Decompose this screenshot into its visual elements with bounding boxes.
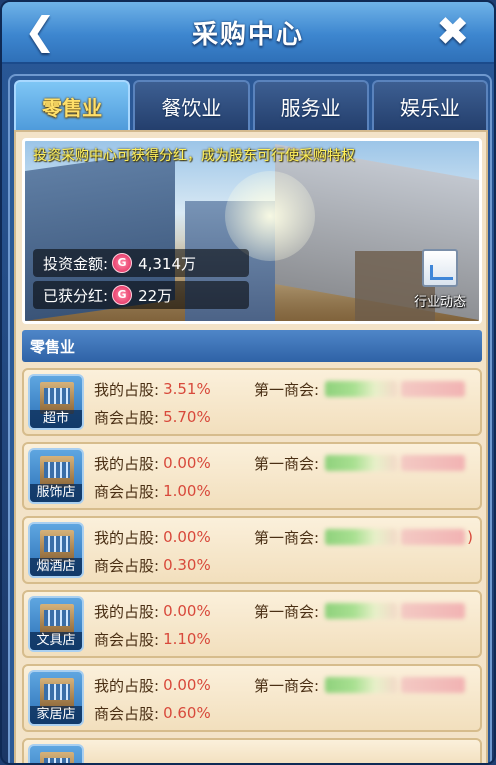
blurred-guild-name xyxy=(325,529,398,545)
my-share: 我的占股: 0.00% xyxy=(94,600,211,622)
industry-banner: 投资采购中心可获得分红，成为股东可行使采购特权 投资金额: G 4,314万 已… xyxy=(22,138,482,324)
guild-share: 商会占股: 1.00% xyxy=(94,480,211,502)
coin-icon: G xyxy=(112,285,133,305)
header-bar: ❮ 采购中心 ✖ xyxy=(2,2,494,64)
guild-share-label: 商会占股: xyxy=(94,408,160,427)
home-store-icon: 家居店 xyxy=(28,670,84,726)
first-guild: 第一商会: ) xyxy=(254,526,473,548)
first-guild: 第一商会: xyxy=(254,600,466,622)
guild-share-value: 0.30% xyxy=(163,556,211,574)
list-item[interactable]: 家居店 我的占股: 0.00% 第一商会: 商会占股: 0.60% xyxy=(22,664,482,732)
blurred-guild-share xyxy=(401,529,466,545)
blurred-guild-share xyxy=(401,455,466,471)
section-title: 零售业 xyxy=(22,330,482,362)
guild-share: 商会占股: 0.30% xyxy=(94,554,211,576)
tab-service[interactable]: 服务业 xyxy=(252,80,369,130)
stationery-store-icon: 文具店 xyxy=(28,596,84,652)
blurred-guild-share xyxy=(401,677,466,693)
tab-catering[interactable]: 餐饮业 xyxy=(133,80,250,130)
supermarket-icon: 超市 xyxy=(28,374,84,430)
my-share-label: 我的占股: xyxy=(94,528,160,547)
guild-share-label: 商会占股: xyxy=(94,556,160,575)
blurred-guild-name xyxy=(325,381,398,397)
main-panel: 零售业 餐饮业 服务业 娱乐业 投资采购中心可获得分红，成为股东可行使采购特权 … xyxy=(8,74,492,763)
blurred-guild-share xyxy=(401,381,466,397)
store-building-icon xyxy=(40,752,74,763)
industry-news-button[interactable]: 行业动态 xyxy=(409,249,471,315)
store-icon xyxy=(28,744,84,763)
list-item[interactable] xyxy=(22,738,482,763)
tab-retail[interactable]: 零售业 xyxy=(14,80,131,130)
my-share-value: 3.51% xyxy=(163,380,211,398)
store-name: 烟酒店 xyxy=(30,558,82,576)
list-item[interactable]: 文具店 我的占股: 0.00% 第一商会: 商会占股: 1.10% xyxy=(22,590,482,658)
tab-entertainment[interactable]: 娱乐业 xyxy=(371,80,488,130)
guild-share-value: 0.60% xyxy=(163,704,211,722)
blurred-guild-name xyxy=(325,455,398,471)
store-name: 家居店 xyxy=(30,706,82,724)
my-share-value: 0.00% xyxy=(163,528,211,546)
dividend-label: 已获分红: xyxy=(43,286,109,305)
tab-content: 投资采购中心可获得分红，成为股东可行使采购特权 投资金额: G 4,314万 已… xyxy=(14,130,488,763)
liquor-store-icon: 烟酒店 xyxy=(28,522,84,578)
purchase-center-window: ❮ 采购中心 ✖ 零售业 餐饮业 服务业 娱乐业 投资采购中心可获得分红，成为股… xyxy=(0,0,496,765)
first-guild-label: 第一商会: xyxy=(254,676,320,695)
my-share-label: 我的占股: xyxy=(94,602,160,621)
blurred-guild-name xyxy=(325,603,398,619)
first-guild-label: 第一商会: xyxy=(254,380,320,399)
closing-paren: ) xyxy=(467,528,473,546)
my-share: 我的占股: 3.51% xyxy=(94,378,211,400)
my-share-label: 我的占股: xyxy=(94,380,160,399)
close-icon[interactable]: ✖ xyxy=(436,12,476,52)
first-guild-label: 第一商会: xyxy=(254,454,320,473)
store-name: 超市 xyxy=(30,410,82,428)
my-share-label: 我的占股: xyxy=(94,676,160,695)
guild-share-value: 5.70% xyxy=(163,408,211,426)
clipboard-chart-icon xyxy=(422,249,458,287)
first-guild: 第一商会: xyxy=(254,674,466,696)
my-share: 我的占股: 0.00% xyxy=(94,526,211,548)
clothing-store-icon: 服饰店 xyxy=(28,448,84,504)
guild-share-label: 商会占股: xyxy=(94,630,160,649)
industry-news-label: 行业动态 xyxy=(413,295,466,310)
back-arrow-icon[interactable]: ❮ xyxy=(24,12,60,50)
guild-share-value: 1.10% xyxy=(163,630,211,648)
coin-icon: G xyxy=(112,253,133,273)
guild-share-label: 商会占股: xyxy=(94,482,160,501)
dividend-value: 22万 xyxy=(138,286,173,305)
guild-share-label: 商会占股: xyxy=(94,704,160,723)
my-share-value: 0.00% xyxy=(163,602,211,620)
first-guild: 第一商会: xyxy=(254,452,466,474)
guild-share: 商会占股: 1.10% xyxy=(94,628,211,650)
list-item[interactable]: 超市 我的占股: 3.51% 第一商会: 商会占股: 5.70% xyxy=(22,368,482,436)
list-item[interactable]: 烟酒店 我的占股: 0.00% 第一商会: ) 商会占股: 0.30% xyxy=(22,516,482,584)
guild-share: 商会占股: 5.70% xyxy=(94,406,211,428)
first-guild-label: 第一商会: xyxy=(254,528,320,547)
blurred-guild-name xyxy=(325,677,398,693)
list-item[interactable]: 服饰店 我的占股: 0.00% 第一商会: 商会占股: 1.00% xyxy=(22,442,482,510)
guild-share: 商会占股: 0.60% xyxy=(94,702,211,724)
investment-value: 4,314万 xyxy=(138,254,197,273)
investment-label: 投资金额: xyxy=(43,254,109,273)
page-title: 采购中心 xyxy=(191,19,304,50)
my-share-value: 0.00% xyxy=(163,454,211,472)
my-share-label: 我的占股: xyxy=(94,454,160,473)
my-share: 我的占股: 0.00% xyxy=(94,452,211,474)
guild-share-value: 1.00% xyxy=(163,482,211,500)
my-share-value: 0.00% xyxy=(163,676,211,694)
industry-tabs: 零售业 餐饮业 服务业 娱乐业 xyxy=(14,80,488,130)
banner-sun-flare xyxy=(225,171,315,261)
first-guild-label: 第一商会: xyxy=(254,602,320,621)
investment-amount: 投资金额: G 4,314万 xyxy=(33,249,249,277)
blurred-guild-share xyxy=(401,603,466,619)
my-share: 我的占股: 0.00% xyxy=(94,674,211,696)
banner-description: 投资采购中心可获得分红，成为股东可行使采购特权 xyxy=(33,148,355,164)
dividend-earned: 已获分红: G 22万 xyxy=(33,281,249,309)
first-guild: 第一商会: xyxy=(254,378,466,400)
store-name: 服饰店 xyxy=(30,484,82,502)
store-name: 文具店 xyxy=(30,632,82,650)
